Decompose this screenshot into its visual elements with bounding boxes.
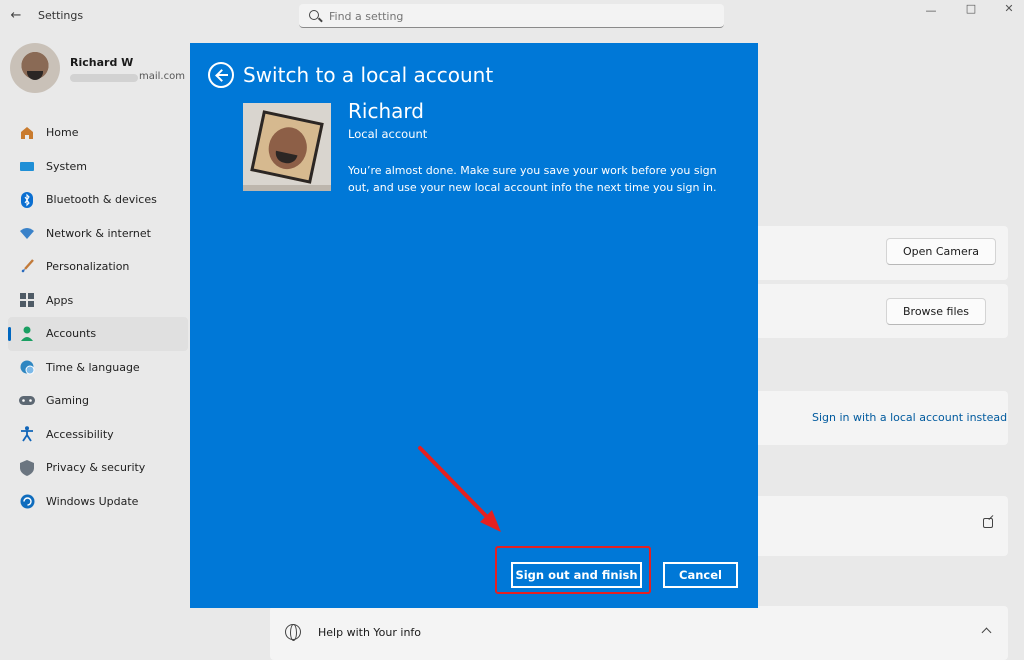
sidebar-item-home[interactable]: Home xyxy=(8,116,188,150)
network-icon xyxy=(18,225,36,241)
sidebar-item-privacy[interactable]: Privacy & security xyxy=(8,451,188,485)
close-icon[interactable]: ✕ xyxy=(999,2,1019,15)
photo-frame xyxy=(250,110,324,184)
system-icon xyxy=(18,158,36,174)
cancel-button[interactable]: Cancel xyxy=(663,562,738,588)
face-image xyxy=(264,123,311,173)
dialog-user-name: Richard xyxy=(348,99,424,123)
sidebar-item-label: System xyxy=(46,159,88,173)
apps-icon xyxy=(18,292,36,308)
title-bar: ← Settings — □ ✕ xyxy=(0,0,1024,32)
sidebar-item-time-language[interactable]: Time & language xyxy=(8,351,188,385)
minimize-icon[interactable]: — xyxy=(921,4,941,17)
sidebar-item-label: Privacy & security xyxy=(46,461,146,475)
update-icon xyxy=(18,493,36,509)
sidebar-item-system[interactable]: System xyxy=(8,150,188,184)
external-link-icon[interactable] xyxy=(983,518,993,528)
profile-name: Richard W xyxy=(70,56,134,69)
sidebar-item-label: Windows Update xyxy=(46,494,139,508)
help-label: Help with Your info xyxy=(318,626,422,639)
search-icon xyxy=(309,10,319,20)
app-title: Settings xyxy=(38,9,84,22)
shield-icon xyxy=(18,459,36,476)
profile-email: mail.com xyxy=(139,71,185,82)
gamepad-icon xyxy=(18,393,36,409)
sidebar-item-bluetooth[interactable]: Bluetooth & devices xyxy=(8,183,188,217)
sidebar-item-label: Personalization xyxy=(46,260,130,274)
dialog-message: You’re almost done. Make sure you save y… xyxy=(348,164,717,194)
sidebar-item-windows-update[interactable]: Windows Update xyxy=(8,485,188,519)
sidebar-item-label: Bluetooth & devices xyxy=(46,193,157,207)
sidebar-item-network[interactable]: Network & internet xyxy=(8,217,188,251)
highlight-box xyxy=(495,546,651,594)
sidebar-item-gaming[interactable]: Gaming xyxy=(8,384,188,418)
sidebar-item-apps[interactable]: Apps xyxy=(8,284,188,318)
switch-account-dialog: Switch to a local account Richard Local … xyxy=(190,43,758,608)
home-icon xyxy=(18,125,36,141)
maximize-icon[interactable]: □ xyxy=(961,2,981,15)
sidebar-item-label: Home xyxy=(46,126,79,140)
search-box[interactable] xyxy=(299,4,724,28)
open-camera-button[interactable]: Open Camera xyxy=(886,238,997,265)
dialog-title: Switch to a local account xyxy=(243,63,494,87)
sidebar-item-label: Network & internet xyxy=(46,226,151,240)
bluetooth-icon xyxy=(18,191,36,208)
globe-clock-icon xyxy=(18,359,36,375)
sidebar-item-accounts[interactable]: Accounts xyxy=(8,317,188,351)
sidebar-item-label: Accessibility xyxy=(46,427,114,441)
avatar xyxy=(10,43,60,93)
search-input[interactable] xyxy=(329,7,709,25)
sidebar-item-personalization[interactable]: Personalization xyxy=(8,250,188,284)
sidebar-nav: Home System Bluetooth & devices Network … xyxy=(8,116,188,518)
sign-in-local-link[interactable]: Sign in with a local account instead xyxy=(812,411,1007,424)
sidebar-item-label: Apps xyxy=(46,293,74,307)
browse-files-button[interactable]: Browse files xyxy=(886,298,987,325)
brush-icon xyxy=(18,259,36,275)
user-photo xyxy=(243,103,331,191)
sidebar-item-label: Time & language xyxy=(46,360,140,374)
back-arrow-icon[interactable] xyxy=(208,62,234,88)
globe-icon xyxy=(285,624,301,641)
email-redacted xyxy=(70,74,138,82)
accounts-icon xyxy=(18,326,36,342)
account-type-label: Local account xyxy=(348,127,428,141)
sidebar-item-accessibility[interactable]: Accessibility xyxy=(8,418,188,452)
sidebar-item-label: Accounts xyxy=(46,327,97,341)
accessibility-icon xyxy=(18,426,36,442)
back-arrow-icon[interactable]: ← xyxy=(8,8,24,24)
sidebar-item-label: Gaming xyxy=(46,394,89,408)
